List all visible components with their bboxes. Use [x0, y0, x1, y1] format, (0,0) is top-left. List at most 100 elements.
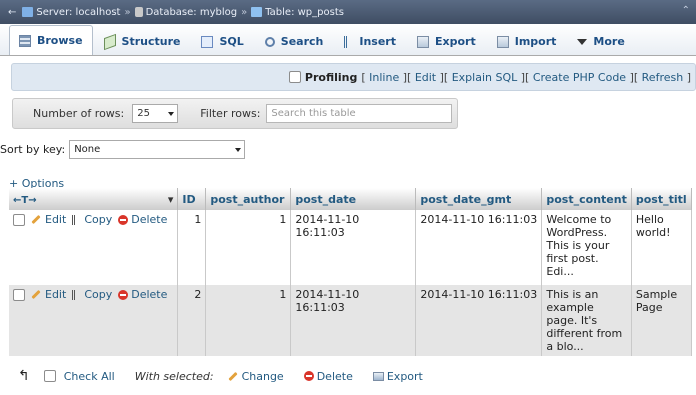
edit-row-button[interactable]: Edit — [31, 288, 66, 301]
pencil-icon — [31, 289, 41, 300]
chevron-down-icon — [168, 111, 175, 119]
row-checkbox[interactable] — [13, 213, 25, 226]
collapse-icon[interactable]: ⌃ — [682, 5, 690, 16]
delete-label: Delete — [131, 288, 168, 301]
copy-label: Copy — [84, 288, 113, 301]
cell-post-date[interactable]: 2014-11-10 16:11:03 — [290, 285, 417, 356]
row-actions: Edit Copy Delete — [9, 285, 179, 356]
tab-export[interactable]: Export — [407, 27, 486, 55]
create-php-code-link[interactable]: Create PHP Code — [533, 71, 626, 84]
with-selected-label: With selected: — [134, 369, 214, 383]
server-icon — [22, 7, 34, 17]
cell-post-content[interactable]: Welcome to WordPress. This is your first… — [541, 210, 632, 285]
change-label: Change — [241, 369, 284, 383]
number-of-rows-select[interactable]: 25 — [132, 104, 179, 123]
export-selected-button[interactable]: Export — [372, 370, 423, 383]
column-header-post-date[interactable]: post_date — [290, 188, 417, 210]
sort-by-key-select[interactable]: None — [69, 140, 246, 159]
tab-export-label: Export — [435, 35, 476, 48]
breadcrumb-database-label[interactable]: Database: myblog — [146, 7, 238, 18]
column-header-post-date-gmt[interactable]: post_date_gmt — [415, 188, 543, 210]
database-icon — [134, 7, 143, 17]
cell-post-author[interactable]: 1 — [205, 285, 292, 356]
tab-sql-label: SQL — [219, 35, 244, 48]
edit-row-button[interactable]: Edit — [31, 213, 66, 226]
column-move-arrows[interactable]: ←T→ — [13, 195, 37, 206]
delete-row-button[interactable]: Delete — [118, 288, 167, 301]
navigation-box: Number of rows: 25 Filter rows: Search t… — [12, 98, 458, 129]
sort-by-key-label: Sort by key: — [0, 143, 66, 156]
copy-icon — [72, 214, 81, 225]
breadcrumb-server[interactable]: Server: localhost — [22, 7, 120, 18]
profiling-checkbox[interactable] — [288, 71, 301, 83]
check-all-checkbox[interactable] — [43, 370, 56, 382]
copy-row-button[interactable]: Copy — [72, 288, 112, 301]
delete-icon — [303, 371, 314, 381]
breadcrumb-server-label[interactable]: Server: localhost — [36, 7, 120, 18]
cell-post-author[interactable]: 1 — [205, 210, 292, 285]
edit-link[interactable]: Edit — [415, 71, 436, 84]
edit-label: Edit — [45, 288, 67, 301]
tab-browse-label: Browse — [37, 34, 83, 47]
column-filter-icon[interactable]: ▾ — [168, 193, 174, 206]
inline-link[interactable]: Inline — [369, 71, 399, 84]
cell-post-content[interactable]: This is an example page. It's different … — [541, 285, 632, 356]
column-header-post-title[interactable]: post_titl — [631, 188, 692, 210]
tab-insert[interactable]: Insert — [334, 27, 406, 55]
tab-import[interactable]: Import — [487, 27, 567, 55]
cell-post-date-gmt[interactable]: 2014-11-10 16:11:03 — [415, 285, 543, 356]
cell-id[interactable]: 1 — [177, 210, 207, 285]
column-header-post-author[interactable]: post_author — [205, 188, 292, 210]
breadcrumb: ← Server: localhost » Database: myblog »… — [0, 0, 696, 24]
breadcrumb-table[interactable]: Table: wp_posts — [251, 7, 344, 18]
sort-by-key: Sort by key: None — [0, 140, 246, 159]
explain-sql-link[interactable]: Explain SQL — [452, 71, 518, 84]
table-row: Edit Copy Delete 2 1 2014-11-10 16:11:03… — [9, 285, 692, 356]
column-header-post-content[interactable]: post_content — [541, 188, 632, 210]
tab-search[interactable]: Search — [255, 27, 334, 55]
profiling-label: Profiling — [304, 70, 358, 84]
breadcrumb-table-label[interactable]: Table: wp_posts — [265, 7, 344, 18]
tab-more-label: More — [593, 35, 625, 48]
delete-selected-button[interactable]: Delete — [303, 370, 353, 383]
column-header-id[interactable]: ID — [177, 188, 207, 210]
sql-icon — [201, 35, 214, 48]
cell-post-title[interactable]: Sample Page — [631, 285, 692, 356]
pencil-icon — [227, 371, 238, 381]
chevron-down-icon — [235, 147, 242, 155]
tab-search-label: Search — [280, 35, 324, 48]
breadcrumb-separator: » — [124, 6, 131, 18]
breadcrumb-database[interactable]: Database: myblog — [134, 7, 238, 18]
results-table: ←T→ ▾ ID post_author post_date post_date… — [9, 188, 692, 356]
tab-structure-label: Structure — [121, 35, 181, 48]
copy-row-button[interactable]: Copy — [72, 213, 112, 226]
back-arrow-icon[interactable]: ← — [8, 7, 16, 18]
tab-browse[interactable]: Browse — [9, 25, 93, 55]
delete-label: Delete — [131, 213, 168, 226]
tab-structure[interactable]: Structure — [94, 27, 191, 55]
tab-sql[interactable]: SQL — [191, 27, 253, 55]
insert-icon — [344, 35, 353, 48]
search-icon — [264, 36, 275, 47]
row-checkbox[interactable] — [13, 288, 25, 301]
profiling-bar: Profiling [ Inline ][ Edit ][ Explain SQ… — [11, 63, 696, 91]
breadcrumb-separator: » — [241, 6, 248, 18]
delete-row-button[interactable]: Delete — [118, 213, 167, 226]
cell-post-title[interactable]: Hello world! — [631, 210, 692, 285]
tab-more[interactable]: More — [567, 27, 634, 55]
import-icon — [496, 35, 509, 48]
sort-by-key-value: None — [74, 144, 101, 155]
number-of-rows-value: 25 — [137, 108, 150, 119]
change-selected-button[interactable]: Change — [227, 369, 284, 383]
check-all-label[interactable]: Check All — [64, 370, 115, 383]
cell-post-date-gmt[interactable]: 2014-11-10 16:11:03 — [415, 210, 543, 285]
delete-icon — [118, 289, 129, 300]
table-row: Edit Copy Delete 1 1 2014-11-10 16:11:03… — [9, 210, 692, 285]
cell-post-date[interactable]: 2014-11-10 16:11:03 — [290, 210, 417, 285]
cell-id[interactable]: 2 — [177, 285, 207, 356]
refresh-link[interactable]: Refresh — [642, 71, 684, 84]
row-actions: Edit Copy Delete — [9, 210, 179, 285]
copy-label: Copy — [84, 213, 113, 226]
bulk-actions-bar: ↰ Check All With selected: Change Delete… — [18, 368, 443, 384]
filter-rows-input[interactable]: Search this table — [266, 104, 453, 123]
